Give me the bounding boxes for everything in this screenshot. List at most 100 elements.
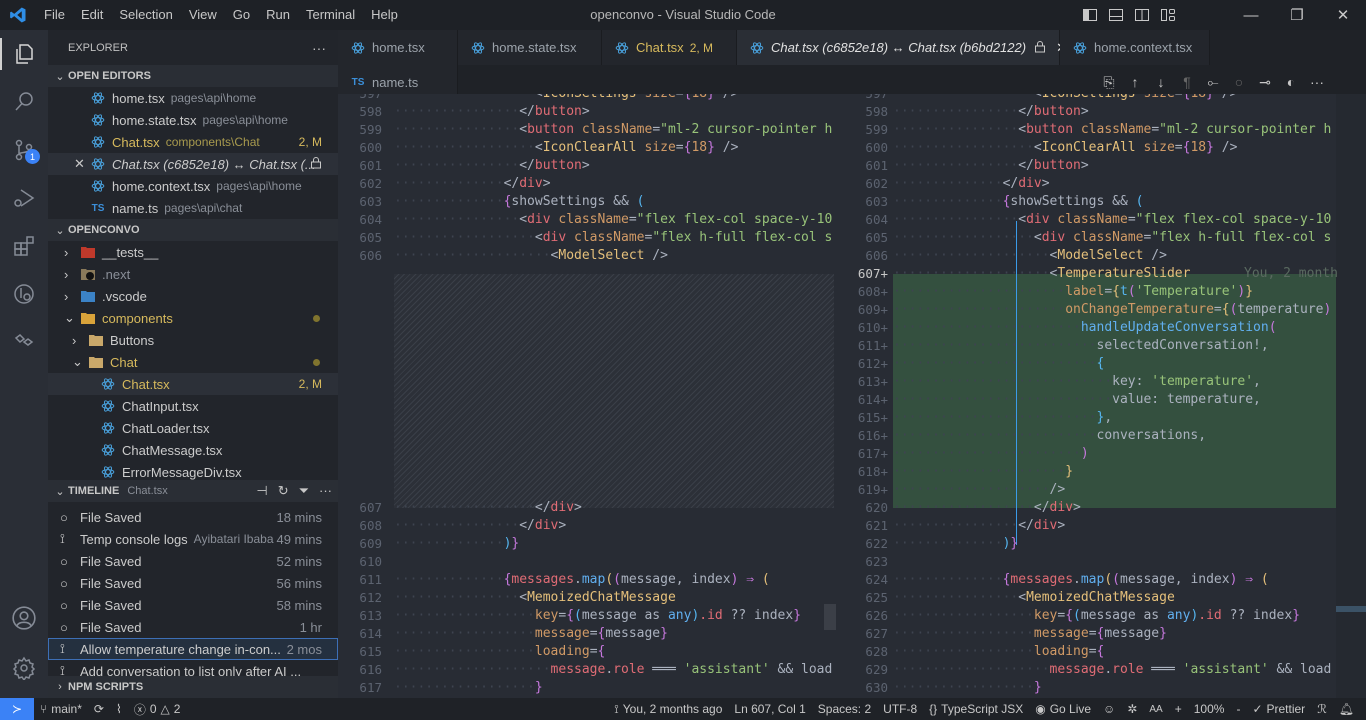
timeline-item[interactable]: ○ File Saved 18 mins	[48, 506, 338, 528]
zoom-in-button[interactable]: +	[1169, 702, 1188, 716]
line-number: 619+	[857, 482, 888, 497]
open-editor-item[interactable]: TS name.ts pages\api\chat	[48, 197, 338, 219]
timeline-item[interactable]: ○ File Saved 1 hr	[48, 616, 338, 638]
open-editor-item-active[interactable]: ✕ Chat.tsx (c6852e18) ↔ Chat.tsx (...	[48, 153, 338, 175]
diff-original-editor[interactable]: 597 ··················<IconSettings size=…	[338, 94, 836, 698]
open-editors-header[interactable]: ⌄ OPEN EDITORS	[48, 65, 338, 87]
extensions-icon[interactable]	[0, 222, 48, 270]
minimize-icon[interactable]: —	[1228, 0, 1274, 30]
menu-file[interactable]: File	[36, 0, 73, 30]
tree-folder[interactable]: › .vscode	[48, 285, 338, 307]
menu-go[interactable]: Go	[225, 0, 258, 30]
tree-folder[interactable]: › __tests__	[48, 241, 338, 263]
tab-home-context-tsx[interactable]: home.context.tsx	[1060, 30, 1210, 65]
toggle-secondary-sidebar-icon[interactable]	[1134, 7, 1150, 23]
gitlens-inspect-icon[interactable]: ◐	[1282, 73, 1300, 91]
tree-file[interactable]: ChatLoader.tsx	[48, 417, 338, 439]
tree-file[interactable]: ChatMessage.tsx	[48, 439, 338, 461]
npm-scripts-header[interactable]: › NPM SCRIPTS	[48, 676, 338, 698]
menu-selection[interactable]: Selection	[111, 0, 180, 30]
restore-icon[interactable]: ❐	[1274, 0, 1320, 30]
gitlens-icon[interactable]	[0, 318, 48, 366]
timeline-item-focused[interactable]: ⟟ Allow temperature change in-con... 2 mos	[48, 638, 338, 660]
project-header[interactable]: ⌄ OPENCONVO	[48, 219, 338, 241]
search-icon[interactable]	[0, 78, 48, 126]
revision-icon[interactable]: ○	[1230, 73, 1248, 91]
explorer-icon[interactable]	[0, 30, 48, 78]
scrollbar-thumb[interactable]	[824, 604, 836, 630]
indentation[interactable]: Spaces: 2	[812, 702, 877, 716]
settings-gear-icon[interactable]	[0, 644, 48, 692]
blame-indicator[interactable]: ⟟ You, 2 months ago	[608, 702, 728, 717]
more-actions-icon[interactable]: ···	[1308, 73, 1326, 91]
branch-indicator[interactable]: ⑂ main*	[34, 702, 88, 716]
font-size-icon[interactable]: AA	[1143, 704, 1168, 715]
accounts-icon[interactable]	[0, 594, 48, 642]
language-mode[interactable]: {} TypeScript JSX	[923, 702, 1029, 716]
tree-file[interactable]: ChatInput.tsx	[48, 395, 338, 417]
notifications-bell-icon[interactable]: 🔔︎	[1333, 702, 1366, 716]
tree-file-selected[interactable]: Chat.tsx 2, M	[48, 373, 338, 395]
open-editor-item[interactable]: Chat.tsx components\Chat 2, M	[48, 131, 338, 153]
accounts-feedback-icon[interactable]: ℛ	[1311, 702, 1333, 716]
tree-folder[interactable]: › Buttons	[48, 329, 338, 351]
menu-help[interactable]: Help	[363, 0, 406, 30]
menu-run[interactable]: Run	[258, 0, 298, 30]
cursor-position[interactable]: Ln 607, Col 1	[728, 702, 811, 716]
timeline-item[interactable]: ○ File Saved 58 mins	[48, 594, 338, 616]
code-line: ················<button className="ml-2 …	[893, 122, 1332, 137]
diff-modified-editor[interactable]: 597 ··················<IconSettings size=…	[836, 94, 1366, 698]
menu-terminal[interactable]: Terminal	[298, 0, 363, 30]
refresh-icon[interactable]: ↻	[278, 483, 289, 499]
react-icon	[1072, 40, 1088, 56]
go-live-button[interactable]: ◉ Go Live	[1029, 702, 1097, 716]
gitlens-graph-icon[interactable]: ⌇	[110, 702, 128, 716]
toggle-primary-sidebar-icon[interactable]	[1082, 7, 1098, 23]
prettier-status[interactable]: ✓ Prettier	[1246, 702, 1311, 716]
tree-folder-open[interactable]: ⌄ components	[48, 307, 338, 329]
open-editor-item[interactable]: home.context.tsx pages\api\home	[48, 175, 338, 197]
timeline-item[interactable]: ⟟ Temp console logs Ayibatari Ibaba 49 mins	[48, 528, 338, 550]
tab-label: name.ts	[372, 75, 419, 90]
close-editor-icon[interactable]: ✕	[74, 156, 90, 172]
customize-layout-icon[interactable]	[1160, 7, 1176, 23]
open-editor-item[interactable]: home.tsx pages\api\home	[48, 87, 338, 109]
extension-status-icon[interactable]: ✲	[1121, 702, 1143, 716]
tab-home-state-tsx[interactable]: home.state.tsx	[458, 30, 602, 65]
menu-view[interactable]: View	[181, 0, 225, 30]
zoom-out-button[interactable]: -	[1230, 702, 1246, 716]
filter-icon[interactable]: ⏷	[299, 483, 309, 499]
menu-edit[interactable]: Edit	[73, 0, 111, 30]
open-file-icon[interactable]: ⎘	[1100, 73, 1118, 91]
problems-indicator[interactable]: ⓧ 0 △ 2	[128, 701, 187, 718]
toggle-panel-icon[interactable]	[1108, 7, 1124, 23]
open-next-revision-icon[interactable]: ⊸	[1256, 73, 1274, 91]
tab-home-tsx[interactable]: home.tsx	[338, 30, 458, 65]
open-editors-label: OPEN EDITORS	[68, 70, 151, 82]
remote-explorer-icon[interactable]	[0, 270, 48, 318]
close-window-icon[interactable]: ✕	[1320, 0, 1366, 30]
tab-chat-tsx[interactable]: Chat.tsx 2, M	[602, 30, 737, 65]
tree-folder-open[interactable]: ⌄ Chat	[48, 351, 338, 373]
explorer-more-icon[interactable]: ···	[312, 40, 326, 56]
copilot-icon[interactable]: ☺	[1097, 702, 1121, 716]
run-debug-icon[interactable]	[0, 174, 48, 222]
source-control-icon[interactable]: 1	[0, 126, 48, 174]
zoom-level[interactable]: 100%	[1188, 702, 1231, 716]
remote-indicator-icon[interactable]: ≻	[0, 698, 34, 720]
timeline-item[interactable]: ○ File Saved 56 mins	[48, 572, 338, 594]
open-previous-revision-icon[interactable]: ⟜	[1204, 73, 1222, 91]
code-line: ··············{showSettings && (	[893, 194, 1144, 209]
encoding[interactable]: UTF-8	[877, 702, 923, 716]
more-icon[interactable]: ···	[319, 483, 332, 499]
show-whitespace-icon[interactable]: ¶	[1178, 73, 1196, 91]
open-editor-item[interactable]: home.state.tsx pages\api\home	[48, 109, 338, 131]
pin-icon[interactable]: ⊣	[256, 483, 267, 499]
next-change-icon[interactable]: ↓	[1152, 73, 1170, 91]
tree-folder[interactable]: › .next	[48, 263, 338, 285]
tab-chat-diff[interactable]: Chat.tsx (c6852e18) ↔ Chat.tsx (b6bd2122…	[737, 30, 1067, 65]
timeline-header[interactable]: ⌄ TIMELINE Chat.tsx ⊣ ↻ ⏷ ···	[48, 480, 338, 502]
previous-change-icon[interactable]: ↑	[1126, 73, 1144, 91]
timeline-item[interactable]: ○ File Saved 52 mins	[48, 550, 338, 572]
sync-icon[interactable]: ⟳	[88, 702, 110, 716]
